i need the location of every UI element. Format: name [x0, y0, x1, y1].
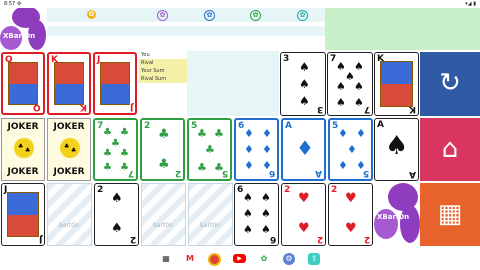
- card-seven-clubs[interactable]: 7 ♣ ♣ ♣ ♣ ♣ ♣ ♣ 7: [93, 118, 138, 181]
- spade-icon: ♠: [299, 94, 310, 108]
- app-logo-bottom: XBart0n: [374, 183, 420, 246]
- card-joker-1[interactable]: JOKER ♣ ♣ JOKER: [1, 118, 45, 181]
- scoreboard: You Rival Your Sum Rival Sum: [139, 51, 187, 85]
- card-jack-hearts[interactable]: J J: [93, 52, 137, 115]
- home-icon: ⌂: [441, 134, 459, 164]
- purple-chip-icon: ✿: [157, 10, 168, 21]
- heart-icon: ♥: [345, 191, 357, 206]
- app-shortcut-icon[interactable]: ⇪: [308, 253, 320, 265]
- card-two-spades[interactable]: 2 ♠ ♠ 2: [94, 183, 139, 246]
- logo-text: XBart0n: [377, 213, 410, 221]
- score-label-your-sum: Your Sum: [139, 67, 187, 75]
- card-king-spades[interactable]: K K: [374, 52, 419, 116]
- android-nav-bar: ▦ M ▶ ✿ ⚙ ⇪: [0, 248, 480, 270]
- gmail-icon[interactable]: M: [184, 253, 196, 265]
- card-five-diamonds[interactable]: 5 ♦ ♦ ♦ ♦ ♦ 5: [328, 118, 373, 181]
- heart-icon: ♥: [298, 191, 310, 206]
- card-back-2[interactable]: bart0n: [141, 183, 186, 246]
- status-time: 8:57: [4, 1, 16, 7]
- calculator-icon: ▦: [437, 199, 463, 229]
- settings-icon: ⚙: [17, 1, 22, 7]
- card-two-hearts-2[interactable]: 2 ♥ ♥ 2: [328, 183, 373, 246]
- heart-icon: ♥: [298, 221, 310, 236]
- status-panel: [325, 8, 480, 50]
- restart-button[interactable]: ↻: [420, 52, 480, 116]
- apps-icon[interactable]: ▦: [160, 253, 172, 265]
- status-bar: 8:57 ⚙ ▾◢ ▮: [0, 0, 480, 8]
- card-six-spades[interactable]: 6 ♠ ♠ ♠ ♠ ♠ ♠ 6: [234, 183, 279, 246]
- heart-icon: ♥: [345, 221, 357, 236]
- joker-face-icon: ♣ ♣: [60, 138, 80, 158]
- score-label-rival: Rival: [139, 59, 187, 67]
- spade-icon: ♠: [111, 221, 123, 236]
- card-jack-spades[interactable]: J J: [1, 183, 45, 246]
- logo-text: XBart0n: [3, 32, 36, 40]
- card-five-clubs[interactable]: 5 ♣ ♣ ♣ ♣ ♣ 5: [187, 118, 232, 181]
- card-back-3[interactable]: bart0n: [188, 183, 233, 246]
- card-ace-diamonds[interactable]: A ♦ A: [281, 118, 326, 181]
- card-three-spades[interactable]: 3 ♠ ♠ ♠ 3: [280, 52, 326, 116]
- score-area: [187, 51, 279, 116]
- score-label-rival-sum: Rival Sum: [139, 75, 187, 83]
- spade-icon: ♠: [299, 77, 310, 91]
- spade-icon: ♠: [111, 191, 123, 206]
- card-seven-spades[interactable]: 7 ♠ ♠ ♠ ♠ ♠ ♠ ♠ 7: [327, 52, 373, 116]
- card-back-1[interactable]: bart0n: [47, 183, 92, 246]
- card-two-clubs[interactable]: 2 ♣ ♣ 2: [140, 118, 185, 181]
- home-button[interactable]: ⌂: [420, 118, 480, 181]
- card-two-hearts-1[interactable]: 2 ♥ ♥ 2: [281, 183, 326, 246]
- card-joker-2[interactable]: JOKER ♣ ♣ JOKER: [47, 118, 91, 181]
- calculator-button[interactable]: ▦: [420, 183, 480, 246]
- card-ace-spades[interactable]: A ♠ A: [374, 118, 419, 181]
- joker-face-icon: ♣ ♣: [14, 138, 34, 158]
- status-indicators: ▾◢ ▮: [465, 1, 476, 7]
- green-chip-icon: ✿: [250, 10, 261, 21]
- card-six-diamonds[interactable]: 6 ♦ ♦ ♦ ♦ ♦ ♦ 6: [234, 118, 279, 181]
- photos-icon[interactable]: ✿: [258, 253, 270, 265]
- top-strip: ✿ ✿ ✿ ✿ ✿: [47, 8, 325, 48]
- restart-icon: ↻: [439, 68, 461, 98]
- score-label-you: You: [139, 51, 187, 59]
- yellow-chip-icon: ✿: [87, 10, 96, 19]
- chrome-icon[interactable]: [208, 253, 221, 266]
- spade-icon: ♠: [385, 131, 409, 161]
- card-queen-hearts[interactable]: Q Q: [1, 52, 45, 115]
- spade-icon: ♠: [299, 60, 310, 74]
- app-logo: XBart0n: [0, 8, 46, 50]
- settings-icon[interactable]: ⚙: [283, 253, 295, 265]
- teal-chip-icon: ✿: [297, 10, 308, 21]
- card-king-hearts[interactable]: K K: [47, 52, 91, 115]
- youtube-icon[interactable]: ▶: [233, 254, 246, 263]
- blue-chip-icon: ✿: [204, 10, 215, 21]
